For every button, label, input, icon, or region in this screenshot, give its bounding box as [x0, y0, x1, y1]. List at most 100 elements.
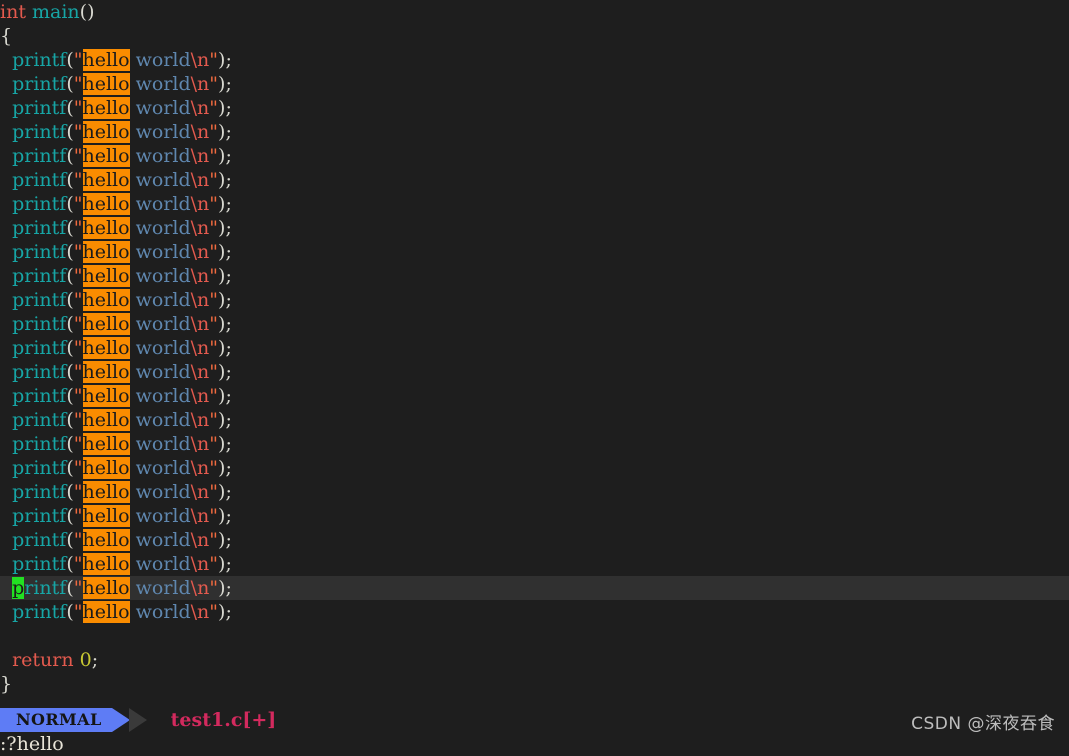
identifier-printf: printf	[12, 313, 67, 335]
search-match-hello: hello	[82, 313, 130, 335]
string-world: world	[135, 217, 191, 239]
semicolon: ;	[225, 601, 232, 623]
open-quote: "	[73, 529, 83, 551]
code-line-printf[interactable]: printf("hello world\n");	[0, 600, 1069, 624]
code-line-printf[interactable]: printf("hello world\n");	[0, 288, 1069, 312]
string-world: world	[135, 505, 191, 527]
close-quote: "	[209, 481, 219, 503]
code-line-printf[interactable]: printf("hello world\n");	[0, 144, 1069, 168]
search-match-hello: hello	[82, 361, 130, 383]
identifier-printf: printf	[12, 121, 67, 143]
identifier-printf: printf	[12, 73, 67, 95]
identifier-printf: printf	[12, 409, 67, 431]
semicolon: ;	[225, 433, 232, 455]
code-line-printf[interactable]: printf("hello world\n");	[0, 120, 1069, 144]
code-line-printf[interactable]: printf("hello world\n");	[0, 336, 1069, 360]
semicolon: ;	[225, 553, 232, 575]
code-line-printf[interactable]: printf("hello world\n");	[0, 312, 1069, 336]
search-match-hello: hello	[82, 553, 130, 575]
search-match-hello: hello	[82, 217, 130, 239]
identifier-printf: printf	[12, 553, 67, 575]
code-line-close-brace[interactable]: }	[0, 672, 1069, 696]
code-line-printf[interactable]: printf("hello world\n");	[0, 72, 1069, 96]
string-world: world	[135, 457, 191, 479]
open-paren: (	[66, 577, 74, 599]
escape-newline: \n	[190, 457, 210, 479]
open-quote: "	[73, 337, 83, 359]
open-paren: (	[66, 289, 74, 311]
code-line-printf[interactable]: printf("hello world\n");	[0, 240, 1069, 264]
escape-newline: \n	[190, 601, 210, 623]
close-quote: "	[209, 553, 219, 575]
status-mode-arrow-icon	[111, 708, 130, 732]
open-paren: (	[66, 529, 74, 551]
code-line-printf[interactable]: printf("hello world\n");	[0, 384, 1069, 408]
editor-buffer[interactable]: int main(){ printf("hello world\n"); pri…	[0, 0, 1069, 708]
code-line-printf[interactable]: printf("hello world\n");	[0, 168, 1069, 192]
close-quote: "	[209, 193, 219, 215]
code-line-printf[interactable]: printf("hello world\n");	[0, 432, 1069, 456]
escape-newline: \n	[190, 121, 210, 143]
code-line-printf[interactable]: printf("hello world\n");	[0, 216, 1069, 240]
close-quote: "	[209, 433, 219, 455]
search-match-hello: hello	[82, 433, 130, 455]
escape-newline: \n	[190, 409, 210, 431]
command-line[interactable]: :?hello	[0, 732, 1069, 756]
search-match-hello: hello	[82, 481, 130, 503]
open-paren: (	[66, 409, 74, 431]
semicolon: ;	[225, 289, 232, 311]
code-line-printf[interactable]: printf("hello world\n");	[0, 96, 1069, 120]
code-line-printf[interactable]: printf("hello world\n");	[0, 408, 1069, 432]
code-line-printf[interactable]: printf("hello world\n");	[0, 48, 1069, 72]
close-quote: "	[209, 601, 219, 623]
escape-newline: \n	[190, 217, 210, 239]
close-quote: "	[209, 289, 219, 311]
keyword-int: int	[0, 1, 26, 23]
vim-editor-window: int main(){ printf("hello world\n"); pri…	[0, 0, 1069, 756]
escape-newline: \n	[190, 241, 210, 263]
open-paren: (	[66, 457, 74, 479]
close-quote: "	[209, 169, 219, 191]
status-mode-arrow-outline-icon	[128, 708, 147, 732]
semicolon: ;	[225, 73, 232, 95]
code-line-printf[interactable]: printf("hello world\n");	[0, 552, 1069, 576]
search-match-hello: hello	[82, 241, 130, 263]
close-quote: "	[209, 577, 219, 599]
code-line-printf[interactable]: printf("hello world\n");	[0, 360, 1069, 384]
search-match-hello: hello	[82, 601, 130, 623]
code-line-open-brace[interactable]: {	[0, 24, 1069, 48]
search-match-hello: hello	[82, 49, 130, 71]
code-line-printf[interactable]: printf("hello world\n");	[0, 576, 1069, 600]
identifier-printf: printf	[12, 241, 67, 263]
semicolon: ;	[91, 649, 99, 671]
open-paren: (	[66, 169, 74, 191]
search-match-hello: hello	[82, 97, 130, 119]
code-line-printf[interactable]: printf("hello world\n");	[0, 456, 1069, 480]
close-quote: "	[209, 73, 219, 95]
code-line-blank[interactable]	[0, 624, 1069, 648]
identifier-printf: printf	[12, 217, 67, 239]
identifier-printf: printf	[12, 49, 67, 71]
string-world: world	[135, 433, 191, 455]
code-line-return[interactable]: return 0;	[0, 648, 1069, 672]
open-quote: "	[73, 601, 83, 623]
escape-newline: \n	[190, 553, 210, 575]
code-line-printf[interactable]: printf("hello world\n");	[0, 264, 1069, 288]
string-world: world	[135, 481, 191, 503]
close-quote: "	[209, 49, 219, 71]
code-line-printf[interactable]: printf("hello world\n");	[0, 504, 1069, 528]
code-line-printf[interactable]: printf("hello world\n");	[0, 528, 1069, 552]
escape-newline: \n	[190, 289, 210, 311]
open-quote: "	[73, 265, 83, 287]
code-line-signature[interactable]: int main()	[0, 0, 1069, 24]
code-line-printf[interactable]: printf("hello world\n");	[0, 480, 1069, 504]
code-line-printf[interactable]: printf("hello world\n");	[0, 192, 1069, 216]
escape-newline: \n	[190, 169, 210, 191]
